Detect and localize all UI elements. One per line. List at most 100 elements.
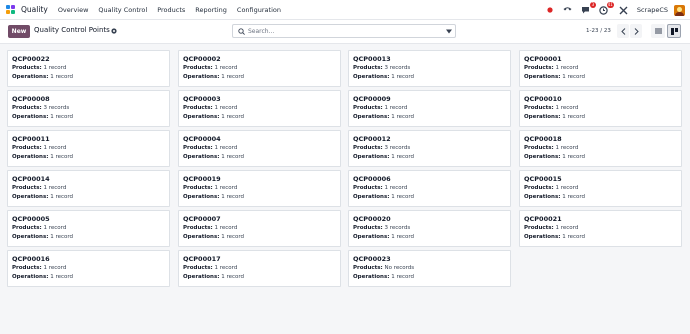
kanban-card[interactable]: QCP00010 Products: 1 record Operations: 1 … <box>519 90 682 127</box>
kanban-view-button[interactable] <box>667 24 681 38</box>
card-operations-value: 1 record <box>221 234 245 240</box>
top-navbar: Quality Overview Quality Control Product… <box>0 0 690 20</box>
tools-icon[interactable] <box>619 5 629 15</box>
pager-value[interactable]: 1-23 / 23 <box>586 28 611 34</box>
card-products-line: Products: 1 record <box>353 184 506 193</box>
card-products-line: Products: 1 record <box>12 224 165 233</box>
kanban-card[interactable]: QCP00003 Products: 1 record Operations: 1 … <box>178 90 341 127</box>
kanban-card[interactable]: QCP00017 Products: 1 record Operations: 1 … <box>178 250 341 287</box>
kanban-card[interactable]: QCP00004 Products: 1 record Operations: 1 … <box>178 130 341 167</box>
kanban-card[interactable]: QCP00018 Products: 1 record Operations: 1 … <box>519 130 682 167</box>
kanban-card[interactable]: QCP00019 Products: 1 record Operations: 1 … <box>178 170 341 207</box>
page-title[interactable]: Quality Control Points <box>34 26 110 34</box>
card-operations-value: 1 record <box>221 154 245 160</box>
search-bar[interactable] <box>232 24 456 38</box>
card-products-label: Products: <box>524 185 554 191</box>
card-products-label: Products: <box>353 105 383 111</box>
kanban-card[interactable]: QCP00005 Products: 1 record Operations: 1 … <box>7 210 170 247</box>
kanban-card[interactable]: QCP00013 Products: 3 records Operations: 1… <box>348 50 511 87</box>
card-operations-label: Operations: <box>12 74 49 80</box>
phone-icon[interactable] <box>563 5 573 15</box>
kanban-card[interactable]: QCP00021 Products: 1 record Operations: 1 … <box>519 210 682 247</box>
card-title: QCP00011 <box>12 135 50 143</box>
chat-icon[interactable]: 3 <box>581 2 596 15</box>
pager-previous-button[interactable] <box>617 24 629 38</box>
menu-configuration[interactable]: Configuration <box>237 6 281 14</box>
card-products-line: Products: 1 record <box>183 264 336 273</box>
card-products-line: Products: 3 records <box>353 144 506 153</box>
card-products-label: Products: <box>183 65 213 71</box>
card-products-label: Products: <box>183 185 213 191</box>
kanban-card[interactable]: QCP00006 Products: 1 record Operations: 1 … <box>348 170 511 207</box>
chevron-right-icon <box>634 27 639 35</box>
card-operations-value: 1 record <box>562 154 586 160</box>
clock-icon[interactable]: 41 <box>599 2 614 15</box>
card-operations-label: Operations: <box>524 154 561 160</box>
card-products-value: 1 record <box>214 265 238 271</box>
card-products-label: Products: <box>12 65 42 71</box>
card-products-label: Products: <box>183 145 213 151</box>
search-input[interactable] <box>248 26 438 37</box>
new-button[interactable]: New <box>8 25 30 38</box>
search-icon <box>238 28 245 35</box>
kanban-card[interactable]: QCP00002 Products: 1 record Operations: 1 … <box>178 50 341 87</box>
card-title: QCP00018 <box>524 135 562 143</box>
list-view-button[interactable] <box>651 24 665 38</box>
menu-products[interactable]: Products <box>157 6 185 14</box>
kanban-card[interactable]: QCP00011 Products: 1 record Operations: 1 … <box>7 130 170 167</box>
card-products-line: Products: 1 record <box>524 184 677 193</box>
caret-down-icon[interactable] <box>446 29 452 34</box>
card-products-line: Products: 1 record <box>524 144 677 153</box>
card-operations-line: Operations: 1 record <box>353 193 506 202</box>
card-products-line: Products: No records <box>353 264 506 273</box>
card-products-label: Products: <box>524 145 554 151</box>
card-title: QCP00009 <box>353 95 391 103</box>
card-operations-label: Operations: <box>183 274 220 280</box>
kanban-view-icon <box>670 27 678 35</box>
control-panel: New Quality Control Points 1-23 / 23 <box>0 20 690 44</box>
card-products-line: Products: 1 record <box>524 64 677 73</box>
menu-reporting[interactable]: Reporting <box>195 6 227 14</box>
kanban-card[interactable]: QCP00008 Products: 3 records Operations: 1… <box>7 90 170 127</box>
company-name[interactable]: ScrapeCS <box>637 6 668 14</box>
kanban-card[interactable]: QCP00001 Products: 1 record Operations: 1 … <box>519 50 682 87</box>
card-products-line: Products: 3 records <box>12 104 165 113</box>
card-operations-label: Operations: <box>12 114 49 120</box>
record-dot-icon[interactable] <box>545 5 555 15</box>
card-operations-label: Operations: <box>353 114 390 120</box>
kanban-card[interactable]: QCP00015 Products: 1 record Operations: 1 … <box>519 170 682 207</box>
kanban-card[interactable]: QCP00022 Products: 1 record Operations: 1 … <box>7 50 170 87</box>
kanban-card[interactable]: QCP00009 Products: 1 record Operations: 1 … <box>348 90 511 127</box>
card-operations-label: Operations: <box>183 74 220 80</box>
pager-next-button[interactable] <box>630 24 642 38</box>
card-title: QCP00012 <box>353 135 391 143</box>
gear-icon[interactable] <box>111 28 117 34</box>
card-title: QCP00008 <box>12 95 50 103</box>
kanban-card[interactable]: QCP00023 Products: No records Operations: … <box>348 250 511 287</box>
kanban-card[interactable]: QCP00012 Products: 3 records Operations: 1… <box>348 130 511 167</box>
card-operations-value: 1 record <box>50 154 74 160</box>
card-operations-value: 1 record <box>391 274 415 280</box>
card-products-label: Products: <box>12 265 42 271</box>
user-avatar[interactable] <box>674 4 685 16</box>
card-title: QCP00019 <box>183 175 221 183</box>
card-products-label: Products: <box>353 225 383 231</box>
app-logo-icon[interactable] <box>6 4 16 15</box>
card-products-value: 3 records <box>43 105 70 111</box>
kanban-card[interactable]: QCP00007 Products: 1 record Operations: 1 … <box>178 210 341 247</box>
card-operations-value: 1 record <box>221 274 245 280</box>
card-products-label: Products: <box>183 105 213 111</box>
kanban-card[interactable]: QCP00016 Products: 1 record Operations: 1 … <box>7 250 170 287</box>
kanban-card[interactable]: QCP00020 Products: 3 records Operations: 1… <box>348 210 511 247</box>
card-title: QCP00016 <box>12 255 50 263</box>
card-products-line: Products: 1 record <box>12 144 165 153</box>
kanban-card[interactable]: QCP00014 Products: 1 record Operations: 1 … <box>7 170 170 207</box>
card-products-line: Products: 1 record <box>183 64 336 73</box>
menu-quality-control[interactable]: Quality Control <box>98 6 147 14</box>
app-name[interactable]: Quality <box>21 5 48 14</box>
card-products-value: 1 record <box>43 265 67 271</box>
card-products-label: Products: <box>524 65 554 71</box>
menu-overview[interactable]: Overview <box>58 6 89 14</box>
card-operations-value: 1 record <box>391 234 415 240</box>
card-title: QCP00010 <box>524 95 562 103</box>
